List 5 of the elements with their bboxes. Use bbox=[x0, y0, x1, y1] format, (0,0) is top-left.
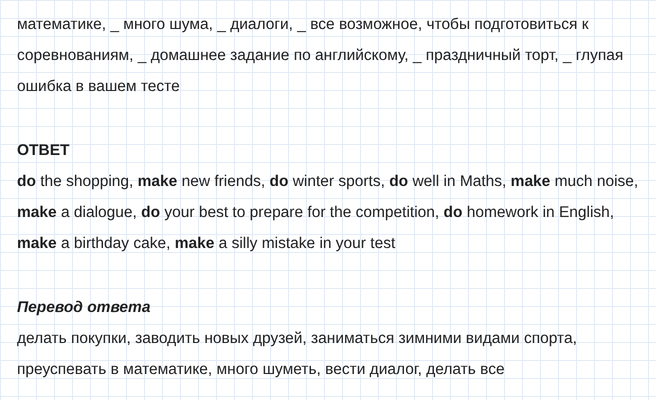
translation-text: делать покупки, заводить новых друзей, заниматься зимними видами спорта, преуспевать в математике, много шуметь, вести диалог, делать все bbox=[17, 329, 578, 380]
answer-text: do the shopping, make new friends, do winter sports, do well in Maths, make much noise, make a dialogue, do your best to prepare for the competition, do homework in English, make a birthday cake, make a silly mistake in your test bbox=[17, 172, 640, 254]
answer-heading: ОТВЕТ bbox=[17, 141, 70, 161]
task-text: математике, _ много шума, _ диалоги, _ все возможное, чтобы подготовиться к соревнованиям, _ домашнее задание по английскому, _ праздничный торт, _ глупая ошибка в вашем тесте bbox=[17, 15, 624, 97]
translation-heading: Перевод ответа bbox=[17, 298, 150, 318]
